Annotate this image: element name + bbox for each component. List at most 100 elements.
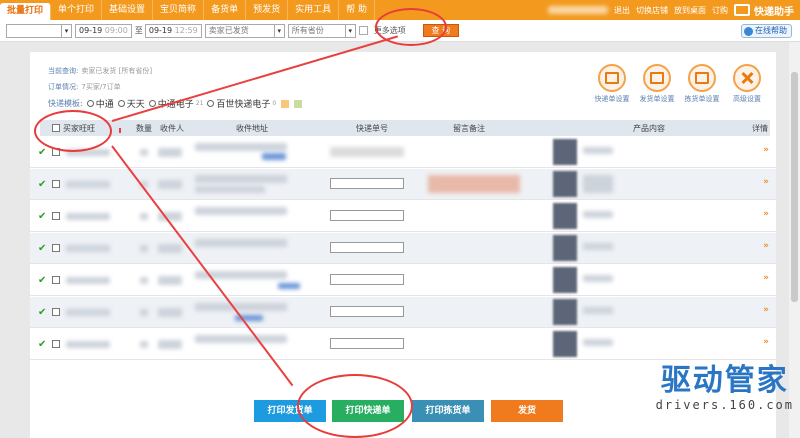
redacted-qty <box>140 341 148 348</box>
tracking-number-input[interactable] <box>330 338 404 349</box>
chevron-down-icon[interactable]: » <box>763 273 769 283</box>
chevron-down-icon[interactable]: » <box>763 145 769 155</box>
table-row[interactable]: ✔ » <box>30 329 776 360</box>
tab-item-alias[interactable]: 宝贝简称 <box>153 0 205 20</box>
tracking-number-input[interactable] <box>330 178 404 189</box>
row-checkbox[interactable] <box>52 244 60 252</box>
wrench-icon <box>733 64 761 92</box>
table-row[interactable]: ✔ » <box>30 297 776 328</box>
product-thumbnail <box>553 171 577 197</box>
tab-tools[interactable]: 实用工具 <box>288 0 340 20</box>
add-template-icon[interactable] <box>281 99 290 108</box>
redacted-qty <box>140 309 148 316</box>
tab-help[interactable]: 帮 助 <box>339 0 375 20</box>
date-to-field[interactable]: 09-19 12:59 <box>144 23 202 38</box>
subscribe-link[interactable]: 订购 <box>712 5 728 16</box>
tracking-number-input[interactable] <box>330 274 404 285</box>
tab-stock-list[interactable]: 备货单 <box>204 0 247 20</box>
chevron-down-icon[interactable]: » <box>763 337 769 347</box>
product-thumbnail <box>553 203 577 229</box>
status-select[interactable]: 卖家已发货 ▾ <box>204 23 285 38</box>
date-from-field[interactable]: 09-19 09:00 <box>75 23 132 38</box>
logout-link[interactable]: 退出 <box>614 5 630 16</box>
row-checkbox[interactable] <box>52 340 60 348</box>
tracking-number-input[interactable] <box>330 210 404 221</box>
carrier-name: 天天 <box>126 100 145 110</box>
table-row[interactable]: ✔ » <box>30 201 776 232</box>
redacted-address-tag <box>278 283 300 289</box>
tracking-number-input[interactable] <box>330 242 404 253</box>
tool-label: 发货单设置 <box>639 95 675 103</box>
redacted-note <box>428 175 520 193</box>
tab-batch-print[interactable]: 批量打印 <box>0 3 52 20</box>
watermark-text: 驱动管家 <box>660 363 789 398</box>
advanced-settings-button[interactable]: 高级设置 <box>726 64 768 104</box>
redacted-product <box>583 211 613 218</box>
redacted-address <box>195 303 287 311</box>
carrier-selector: 快递模板: 中通 天天 中通电子 21 百世快递电子 0 <box>48 97 303 110</box>
radio-icon <box>86 100 94 107</box>
radio-icon <box>148 100 156 107</box>
invoice-settings-button[interactable]: 发货单设置 <box>636 64 678 104</box>
tab-basic-settings[interactable]: 基础设置 <box>102 0 154 20</box>
check-icon: ✔ <box>38 179 47 190</box>
switch-shop-link[interactable]: 切换店铺 <box>636 5 668 16</box>
province-select[interactable]: 所有省份 ▾ <box>287 23 356 38</box>
header-address: 收件地址 <box>236 123 268 133</box>
redacted-recipient <box>158 244 182 253</box>
table-row[interactable]: ✔ » <box>30 233 776 264</box>
chevron-down-icon[interactable]: » <box>763 305 769 315</box>
edit-template-icon[interactable] <box>294 99 303 108</box>
express-sheet-icon <box>598 64 626 92</box>
scrollbar-thumb[interactable] <box>791 72 798 302</box>
shop-name-redacted <box>548 6 608 14</box>
carrier-option-tiantian[interactable]: 天天 <box>117 97 145 110</box>
annotation-arrow-line <box>119 128 121 133</box>
add-to-desktop-link[interactable]: 放到桌面 <box>674 5 706 16</box>
more-options-checkbox[interactable] <box>358 26 368 35</box>
online-help-button[interactable]: 在线帮助 <box>741 24 792 38</box>
ship-button[interactable]: 发货 <box>491 400 563 422</box>
current-query: 当前查询: 卖家已发货 [所有省份] <box>48 66 152 76</box>
radio-icon <box>207 100 215 107</box>
help-icon <box>744 26 753 36</box>
product-thumbnail <box>553 235 577 261</box>
table-header: 买家旺旺 数量 收件人 收件地址 快递单号 留言备注 产品内容 详情 <box>40 120 770 136</box>
print-picking-button[interactable]: 打印拣货单 <box>412 400 484 422</box>
express-settings-button[interactable]: 快递单设置 <box>591 64 633 104</box>
chevron-down-icon: ▾ <box>273 24 284 37</box>
carrier-name: 中通 <box>95 100 114 110</box>
annotation-circle-print <box>297 374 413 438</box>
status-select-value: 卖家已发货 <box>208 25 249 35</box>
tracking-number-input[interactable] <box>330 306 404 317</box>
table-row[interactable]: ✔ » <box>30 265 776 296</box>
province-select-value: 所有省份 <box>291 25 324 35</box>
shop-select[interactable]: ▾ <box>6 23 72 38</box>
redacted-address <box>195 175 287 183</box>
carrier-option-zhongtong[interactable]: 中通 <box>86 97 114 110</box>
chevron-down-icon[interactable]: » <box>763 177 769 187</box>
redacted-qty <box>140 149 148 156</box>
time-from: 09:00 <box>104 25 128 35</box>
carrier-option-best-electronic[interactable]: 百世快递电子 0 <box>207 97 276 110</box>
row-checkbox[interactable] <box>52 276 60 284</box>
chevron-down-icon[interactable]: » <box>763 241 769 251</box>
picking-settings-button[interactable]: 拣货单设置 <box>681 64 723 104</box>
header-qty: 数量 <box>136 123 152 133</box>
row-checkbox[interactable] <box>52 308 60 316</box>
row-checkbox[interactable] <box>52 180 60 188</box>
chevron-down-icon[interactable]: » <box>763 209 769 219</box>
tab-pre-ship[interactable]: 预发货 <box>246 0 289 20</box>
carrier-label: 快递模板: <box>48 99 83 108</box>
invoice-sheet-icon <box>643 64 671 92</box>
tool-label: 高级设置 <box>733 95 761 103</box>
tab-single-print[interactable]: 单个打印 <box>51 0 103 20</box>
redacted-address-tag <box>262 153 286 160</box>
app-name: 快递助手 <box>754 6 794 18</box>
redacted-product <box>583 307 613 314</box>
table-row[interactable]: ✔ » <box>30 137 776 168</box>
to-label: 至 <box>134 26 143 35</box>
row-checkbox[interactable] <box>52 212 60 220</box>
redacted-recipient <box>158 340 182 349</box>
redacted-buyer <box>66 309 110 316</box>
